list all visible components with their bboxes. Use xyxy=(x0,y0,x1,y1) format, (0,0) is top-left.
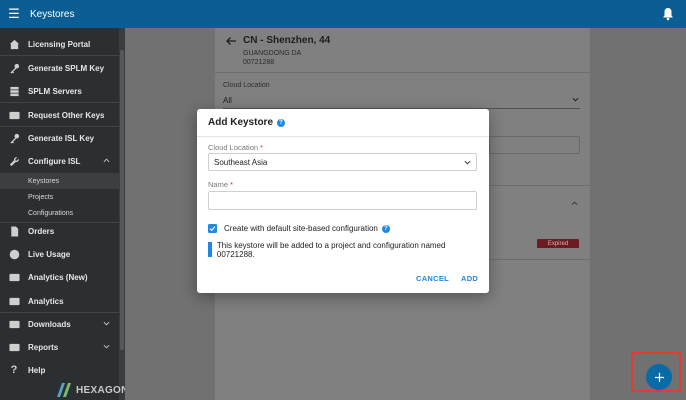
sidebar-item-label: Generate ISL Key xyxy=(28,133,95,143)
sidebar-item-generate-splm-key[interactable]: Generate SPLM Key xyxy=(0,57,119,79)
chevron-up-icon[interactable] xyxy=(571,200,578,207)
default-config-checkbox-label: Create with default site-based configura… xyxy=(224,224,378,233)
sidebar-item-splm-servers[interactable]: SPLM Servers xyxy=(0,80,119,102)
chevron-down-icon[interactable] xyxy=(103,320,110,327)
chevron-down-icon[interactable] xyxy=(103,343,110,350)
document-icon xyxy=(0,225,28,237)
dialog-title: Add Keystore ? xyxy=(208,117,286,128)
name-label-text: Name xyxy=(208,180,229,189)
checkmark-icon xyxy=(209,226,216,232)
required-marker: * xyxy=(260,143,264,152)
sidebar-item-label: Help xyxy=(28,365,46,375)
add-keystore-fab[interactable] xyxy=(646,364,672,390)
sidebar-subitem-keystores[interactable]: Keystores xyxy=(0,173,119,189)
report-icon xyxy=(0,342,28,353)
page-title: Keystores xyxy=(30,8,75,20)
cloud-location-filter-select[interactable]: All xyxy=(223,96,232,105)
chevron-up-icon[interactable] xyxy=(103,157,110,164)
sidebar-divider xyxy=(0,55,119,56)
sidebar-subitem-projects[interactable]: Projects xyxy=(0,189,119,205)
site-subtitle: GUANGDONG DA xyxy=(243,50,302,57)
info-message: This keystore will be added to a project… xyxy=(208,240,477,259)
sidebar-item-label: Reports xyxy=(28,342,59,352)
top-app-bar: ☰ Keystores xyxy=(0,0,686,28)
help-icon[interactable]: ? xyxy=(381,224,390,233)
cancel-button[interactable]: CANCEL xyxy=(416,274,449,283)
name-input[interactable] xyxy=(208,191,477,210)
sidebar-item-orders[interactable]: Orders xyxy=(0,220,119,242)
sidebar-item-downloads[interactable]: Downloads xyxy=(0,313,119,335)
chart-card-icon xyxy=(0,296,28,307)
info-message-text: This keystore will be added to a project… xyxy=(216,240,446,259)
sidebar-item-label: Downloads xyxy=(28,319,71,329)
search-input[interactable] xyxy=(489,136,580,154)
key-icon xyxy=(0,63,28,74)
key-icon xyxy=(0,133,28,144)
plus-icon xyxy=(654,372,664,382)
chevron-down-icon[interactable] xyxy=(572,96,579,103)
hexagon-logo: HEXAGON xyxy=(55,381,125,399)
cloud-location-label: Cloud Location * xyxy=(208,143,263,152)
arrow-left-icon[interactable] xyxy=(225,35,237,47)
globe-icon xyxy=(0,249,28,260)
default-config-checkbox[interactable] xyxy=(208,224,217,233)
sidebar-item-configure-isl[interactable]: Configure ISL xyxy=(0,150,119,172)
server-icon xyxy=(0,86,28,97)
home-icon xyxy=(0,39,28,50)
download-icon xyxy=(0,319,28,330)
sidebar-item-reports[interactable]: Reports xyxy=(0,336,119,358)
add-button[interactable]: ADD xyxy=(461,274,478,283)
site-title: CN - Shenzhen, 44 xyxy=(243,35,331,46)
sidebar-item-label: Generate SPLM Key xyxy=(28,63,105,73)
card-icon xyxy=(0,110,28,121)
menu-icon[interactable]: ☰ xyxy=(0,0,28,28)
panel-divider xyxy=(215,72,590,73)
sidebar-item-analytics[interactable]: Analytics xyxy=(0,290,119,312)
add-keystore-dialog: Add Keystore ? Cloud Location * Southeas… xyxy=(197,109,489,293)
sidebar-item-label: Request Other Keys xyxy=(28,110,105,120)
sidebar-item-analytics-new[interactable]: Analytics (New) xyxy=(0,266,119,288)
required-marker: * xyxy=(230,180,234,189)
sidebar-item-label: Live Usage xyxy=(28,249,71,259)
sidebar-item-help[interactable]: ? Help xyxy=(0,359,119,381)
dialog-title-text: Add Keystore xyxy=(208,117,274,128)
wrench-icon xyxy=(0,156,28,167)
chevron-down-icon[interactable] xyxy=(464,159,471,166)
sidebar-item-request-other-keys[interactable]: Request Other Keys xyxy=(0,104,119,126)
site-id: 00721288 xyxy=(243,59,275,66)
hexagon-logo-text: HEXAGON xyxy=(76,384,125,396)
default-config-checkbox-row[interactable]: Create with default site-based configura… xyxy=(208,224,390,233)
sidebar-subitem-configurations[interactable]: Configurations xyxy=(0,205,119,221)
name-label: Name * xyxy=(208,180,233,189)
hexagon-logo-icon xyxy=(57,383,71,397)
sidebar-item-live-usage[interactable]: Live Usage xyxy=(0,243,119,265)
sidebar-item-generate-isl-key[interactable]: Generate ISL Key xyxy=(0,127,119,149)
bell-icon[interactable] xyxy=(662,7,674,21)
chart-card-icon xyxy=(0,272,28,283)
sidebar-item-licensing-portal[interactable]: Licensing Portal xyxy=(0,33,119,55)
help-icon[interactable]: ? xyxy=(277,118,286,127)
dialog-divider xyxy=(197,136,489,137)
cloud-location-label-text: Cloud Location xyxy=(208,143,259,152)
sidebar-divider xyxy=(0,102,119,103)
status-badge: Expired xyxy=(537,239,579,248)
sidebar-item-label: Analytics (New) xyxy=(28,272,88,282)
sidebar-scrollbar-thumb[interactable] xyxy=(120,50,124,350)
info-accent-bar xyxy=(208,242,212,257)
cloud-location-filter-label: Cloud Location xyxy=(223,82,270,89)
sidebar-item-label: Licensing Portal xyxy=(28,39,91,49)
sidebar-item-label: Configure ISL xyxy=(28,156,81,166)
help-icon: ? xyxy=(10,364,18,376)
sidebar-item-label: SPLM Servers xyxy=(28,86,82,96)
sidebar-item-label: Analytics xyxy=(28,296,64,306)
sidebar-item-label: Orders xyxy=(28,226,55,236)
cloud-location-selected-value: Southeast Asia xyxy=(214,157,268,167)
cloud-location-select[interactable]: Southeast Asia xyxy=(208,153,477,171)
sidebar: Licensing Portal Generate SPLM Key SPLM … xyxy=(0,28,125,400)
